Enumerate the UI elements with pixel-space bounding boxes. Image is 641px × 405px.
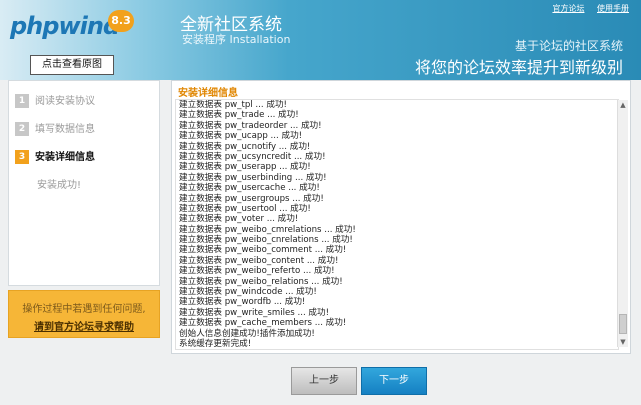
phpwind-logo: phpwind bbox=[10, 12, 120, 40]
log-line: 建立数据表 pw_windcode ... 成功! bbox=[179, 287, 317, 298]
scroll-thumb[interactable] bbox=[619, 314, 627, 334]
step-fill-data: 2 填写数据信息 bbox=[15, 121, 95, 139]
log-line: 建立数据表 pw_usertool ... 成功! bbox=[179, 203, 311, 214]
help-forum-link[interactable]: 请到官方论坛寻求帮助 bbox=[9, 318, 159, 333]
log-line: 建立数据表 pw_usergroups ... 成功! bbox=[179, 193, 324, 204]
panel-title: 安装详细信息 bbox=[178, 88, 238, 99]
help-text: 操作过程中若遇到任何问题, bbox=[22, 304, 146, 315]
step-label: 安装成功! bbox=[37, 180, 82, 191]
scroll-down-arrow-icon[interactable]: ▼ bbox=[618, 337, 628, 347]
log-line: 建立数据表 pw_ucnotify ... 成功! bbox=[179, 141, 311, 152]
log-line: 建立数据表 pw_tradeorder ... 成功! bbox=[179, 120, 322, 131]
official-forum-link[interactable]: 官方论坛 bbox=[552, 4, 584, 13]
log-line: 建立数据表 pw_wordfb ... 成功! bbox=[179, 297, 306, 308]
log-line: 建立数据表 pw_ucapp ... 成功! bbox=[179, 131, 303, 142]
log-line: 建立数据表 pw_ucsyncredit ... 成功! bbox=[179, 151, 326, 162]
step-label: 填写数据信息 bbox=[35, 124, 95, 135]
log-line: 建立数据表 pw_tpl ... 成功! bbox=[179, 100, 287, 110]
top-links: 官方论坛 使用手册 bbox=[542, 3, 629, 14]
step-number: 3 bbox=[15, 150, 29, 164]
installer-subtitle: 安装程序 Installation bbox=[182, 33, 291, 46]
next-step-button[interactable]: 下一步 bbox=[361, 367, 427, 395]
steps-sidebar: 1 阅读安装协议 2 填写数据信息 3 安装详细信息 安装成功! bbox=[8, 80, 160, 286]
log-line: 建立数据表 pw_voter ... 成功! bbox=[179, 214, 299, 225]
log-line: 建立数据表 pw_trade ... 成功! bbox=[179, 110, 299, 121]
log-line: 建立数据表 pw_usercache ... 成功! bbox=[179, 183, 320, 194]
log-line: 建立数据表 pw_write_smiles ... 成功! bbox=[179, 307, 330, 318]
log-line: 创始人信息创建成功!插件添加成功! bbox=[179, 328, 315, 339]
step-install-details: 3 安装详细信息 bbox=[15, 149, 95, 167]
log-scrollbar[interactable]: ▲ ▼ bbox=[617, 100, 628, 347]
step-install-success: 安装成功! bbox=[37, 177, 81, 195]
log-line: 建立数据表 pw_weibo_cnrelations ... 成功! bbox=[179, 235, 353, 246]
install-details-panel: 安装详细信息 建立数据表 pw_tpl ... 成功! 建立数据表 pw_trad… bbox=[171, 80, 631, 354]
log-line: 建立数据表 pw_weibo_content ... 成功! bbox=[179, 255, 339, 266]
log-line: 建立数据表 pw_weibo_relations ... 成功! bbox=[179, 276, 343, 287]
step-label: 安装详细信息 bbox=[35, 152, 95, 163]
step-number: 1 bbox=[15, 94, 29, 108]
step-label: 阅读安装协议 bbox=[35, 96, 95, 107]
step-read-agreement: 1 阅读安装协议 bbox=[15, 93, 95, 111]
log-line: 建立数据表 pw_weibo_cmrelations ... 成功! bbox=[179, 224, 356, 235]
view-original-button[interactable]: 点击查看原图 bbox=[30, 55, 114, 75]
slogan-large: 将您的论坛效率提升到新级别 bbox=[414, 58, 623, 77]
log-line: 建立数据表 pw_userbinding ... 成功! bbox=[179, 172, 327, 183]
user-manual-link[interactable]: 使用手册 bbox=[597, 4, 629, 13]
step-number: 2 bbox=[15, 122, 29, 136]
log-line: 建立数据表 pw_weibo_referto ... 成功! bbox=[179, 266, 335, 277]
log-line: 建立数据表 pw_cache_members ... 成功! bbox=[179, 318, 347, 329]
scroll-up-arrow-icon[interactable]: ▲ bbox=[618, 100, 628, 110]
log-line: 建立数据表 pw_userapp ... 成功! bbox=[179, 162, 311, 173]
version-badge: 8.3 bbox=[108, 10, 134, 32]
slogan-small: 基于论坛的社区系统 bbox=[514, 39, 623, 53]
help-box: 操作过程中若遇到任何问题, 请到官方论坛寻求帮助 bbox=[8, 290, 160, 338]
install-log[interactable]: 建立数据表 pw_tpl ... 成功! 建立数据表 pw_trade ... 成… bbox=[175, 99, 619, 350]
log-line: 建立数据表 pw_weibo_comment ... 成功! bbox=[179, 245, 347, 256]
prev-step-button[interactable]: 上一步 bbox=[291, 367, 357, 395]
log-line: 系统缓存更新完成! bbox=[179, 338, 252, 349]
